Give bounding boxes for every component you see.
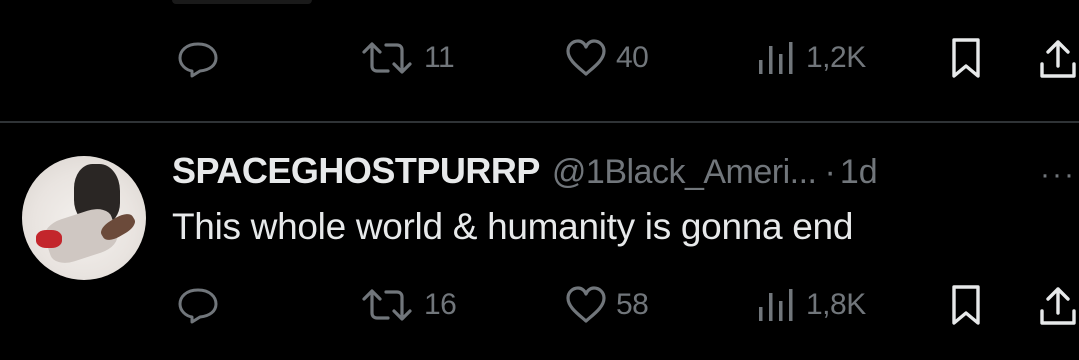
views-icon (759, 289, 793, 321)
previous-tweet-text-remnant (172, 0, 312, 4)
share-button[interactable] (1038, 36, 1078, 80)
heart-icon (566, 286, 606, 323)
share-icon (1040, 40, 1076, 78)
tweet-header: SPACEGHOSTPURRP @1Black_Ameri... · 1d (172, 150, 878, 192)
avatar[interactable] (22, 156, 146, 280)
like-count: 58 (616, 288, 649, 321)
bookmark-button[interactable] (948, 283, 984, 327)
reply-icon (178, 42, 218, 78)
share-button[interactable] (1038, 283, 1078, 327)
retweet-button[interactable]: 11 (358, 40, 455, 76)
share-icon (1040, 287, 1076, 325)
like-button[interactable]: 40 (564, 38, 649, 78)
views-button[interactable]: 1,2K (754, 38, 866, 78)
views-count: 1,2K (806, 41, 866, 74)
tweet-divider (0, 121, 1079, 123)
tweet-text: This whole world & humanity is gonna end (172, 206, 854, 247)
reply-button[interactable] (176, 40, 220, 78)
retweet-count: 11 (424, 41, 455, 74)
views-count: 1,8K (806, 288, 866, 321)
retweet-icon (362, 42, 412, 74)
like-count: 40 (616, 41, 649, 74)
timestamp[interactable]: 1d (840, 153, 878, 192)
heart-icon (566, 39, 606, 76)
reply-icon (178, 288, 218, 324)
retweet-button[interactable]: 16 (358, 287, 457, 323)
avatar-photo-part (36, 230, 62, 248)
separator-dot: · (824, 153, 836, 191)
retweet-count: 16 (424, 288, 457, 321)
views-button[interactable]: 1,8K (754, 285, 866, 325)
more-options-button[interactable]: ··· (1040, 158, 1076, 192)
views-icon (759, 42, 793, 74)
reply-button[interactable] (176, 286, 220, 324)
ellipsis-icon: ··· (1040, 158, 1076, 191)
retweet-icon (362, 289, 412, 321)
user-handle[interactable]: @1Black_Ameri... (552, 153, 817, 192)
like-button[interactable]: 58 (564, 285, 649, 325)
bookmark-button[interactable] (948, 36, 984, 80)
bookmark-icon (952, 38, 980, 78)
display-name[interactable]: SPACEGHOSTPURRP (172, 150, 540, 192)
bookmark-icon (952, 285, 980, 325)
